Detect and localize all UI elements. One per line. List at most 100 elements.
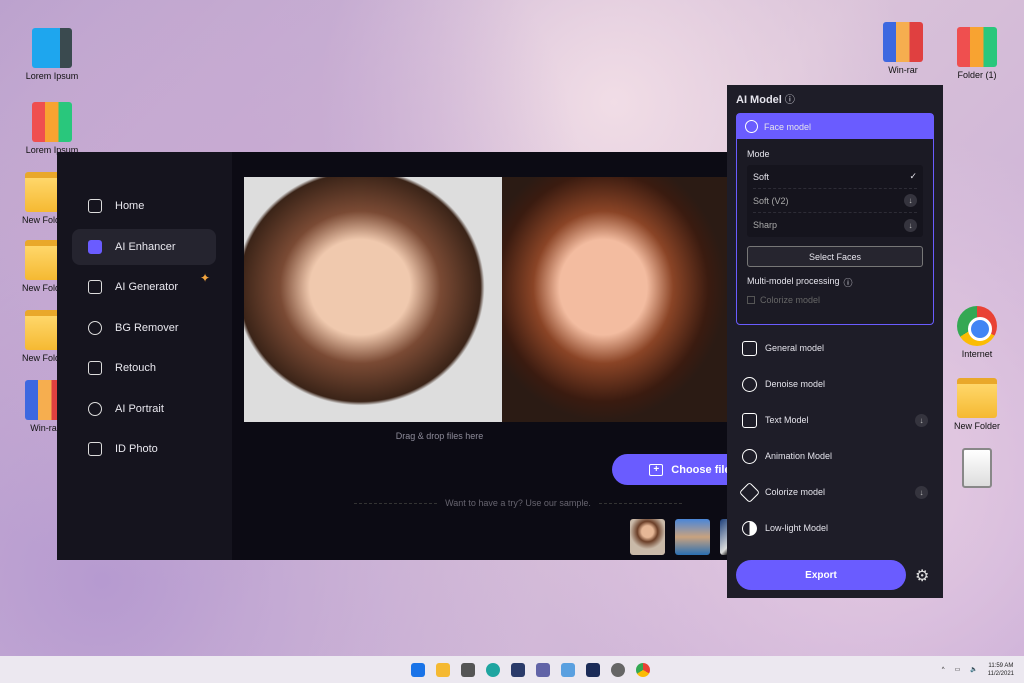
- checkbox[interactable]: [747, 296, 755, 304]
- clock[interactable]: 11:59 AM 11/2/2021: [988, 662, 1014, 678]
- sidebar: Home AI Enhancer AI Generator ✦ BG Remove…: [57, 152, 232, 560]
- download-icon[interactable]: ↓: [915, 485, 928, 499]
- edge-icon[interactable]: [486, 662, 500, 677]
- label: Text Model: [765, 415, 809, 425]
- chevron-up-icon[interactable]: ^: [942, 667, 945, 673]
- label: BG Remover: [115, 321, 179, 334]
- desktop-icon-folder-1[interactable]: Folder (1): [937, 27, 1017, 80]
- mode-option-soft[interactable]: Soft ✓: [753, 165, 917, 189]
- desktop-icon-binders[interactable]: Lorem Ipsum: [12, 102, 92, 155]
- label: Colorize model: [760, 295, 821, 305]
- teams-icon[interactable]: [536, 662, 550, 677]
- label: Soft: [753, 171, 770, 182]
- download-icon[interactable]: ↓: [904, 218, 917, 232]
- start-icon[interactable]: [411, 662, 425, 677]
- sidebar-item-ai-enhancer[interactable]: AI Enhancer: [72, 228, 216, 265]
- label: Soft (V2): [753, 195, 789, 206]
- desktop-icon-winrar[interactable]: Win-rar: [863, 22, 943, 75]
- sample-hint: Want to have a try? Use our sample.: [354, 498, 683, 508]
- label: AI Portrait: [115, 402, 164, 415]
- sidebar-item-bg-remover[interactable]: BG Remover: [72, 310, 216, 346]
- sparkle-icon: ✦: [199, 271, 210, 285]
- download-icon[interactable]: ↓: [904, 194, 917, 207]
- select-faces-button[interactable]: Select Faces: [747, 246, 923, 267]
- model-low-light[interactable]: Low-light Model: [742, 517, 928, 539]
- mode-option-soft-v2[interactable]: Soft (V2) ↓: [753, 189, 917, 213]
- desktop-icon-pc[interactable]: Lorem Ipsum: [12, 28, 92, 81]
- sample-portrait[interactable]: [630, 519, 665, 555]
- label: Colorize model: [765, 487, 826, 497]
- model-general[interactable]: General model: [742, 337, 928, 359]
- settings-icon[interactable]: [611, 662, 625, 677]
- model-denoise[interactable]: Denoise model: [742, 373, 928, 395]
- image-enhance-icon: [88, 239, 102, 254]
- taskbar: ^ ▭ 🔈 11:59 AM 11/2/2021: [0, 656, 1024, 683]
- settings-gear-icon[interactable]: ⚙: [915, 566, 929, 586]
- download-icon[interactable]: ↓: [915, 413, 928, 427]
- chrome-icon[interactable]: [636, 662, 650, 677]
- multi-model-label: Multi-model processing ⓘ: [747, 276, 933, 289]
- bg-remover-icon: [88, 320, 102, 335]
- face-icon: [745, 120, 758, 133]
- label: ID Photo: [115, 443, 158, 455]
- sidebar-item-home[interactable]: Home: [72, 188, 216, 224]
- mode-label: Mode: [747, 149, 770, 159]
- magic-wand-icon: [88, 280, 102, 294]
- home-icon: [88, 199, 102, 213]
- main-area: Drag & drop files here + Choose files Wan…: [232, 152, 774, 560]
- camera-icon[interactable]: [461, 662, 475, 677]
- label: General model: [765, 343, 825, 353]
- before-image: [244, 177, 502, 422]
- mode-options: Soft ✓ Soft (V2) ↓ Sharp ↓: [747, 165, 923, 237]
- info-icon[interactable]: ⓘ: [785, 95, 795, 106]
- desktop-icon-internet[interactable]: Internet: [937, 306, 1017, 359]
- store-icon[interactable]: [511, 662, 525, 677]
- id-photo-icon: [88, 442, 102, 456]
- label: Internet: [961, 349, 993, 359]
- label: Denoise model: [765, 379, 826, 389]
- label: New Folder: [953, 421, 1000, 431]
- face-model-header[interactable]: Face model: [737, 114, 933, 139]
- time: 11:59 AM: [988, 662, 1014, 669]
- mode-option-sharp[interactable]: Sharp ↓: [753, 213, 917, 237]
- drag-drop-hint: Drag & drop files here: [395, 431, 484, 441]
- volume-icon[interactable]: 🔈: [970, 666, 977, 673]
- panel-title: AI Model ⓘ: [736, 91, 795, 106]
- after-image: [502, 177, 727, 422]
- label: Retouch: [115, 362, 156, 374]
- label: AI Generator: [115, 281, 178, 293]
- denoise-icon: [742, 376, 757, 392]
- file-explorer-icon[interactable]: [436, 662, 450, 677]
- label: Face model: [764, 121, 812, 132]
- ai-model-panel: AI Model ⓘ Face model Mode Soft ✓ Soft (V2…: [727, 85, 943, 598]
- info-icon[interactable]: ⓘ: [844, 276, 853, 289]
- model-animation[interactable]: Animation Model: [742, 445, 928, 467]
- sidebar-item-ai-generator[interactable]: AI Generator ✦: [72, 269, 216, 305]
- label: Home: [115, 200, 145, 212]
- sample-landscape[interactable]: [675, 519, 710, 555]
- eraser-icon: [88, 361, 102, 375]
- label: Folder (1): [957, 70, 997, 80]
- recycle-bin-icon[interactable]: [937, 448, 1017, 491]
- app-window: Home AI Enhancer AI Generator ✦ BG Remove…: [57, 152, 774, 560]
- label: Multi-model processing: [747, 276, 840, 286]
- check-icon: ✓: [909, 171, 917, 181]
- app-icon[interactable]: [561, 662, 575, 677]
- sidebar-item-retouch[interactable]: Retouch: [72, 350, 216, 386]
- system-tray: ^ ▭ 🔈 11:59 AM 11/2/2021: [942, 662, 1014, 678]
- desktop-icon-new-folder[interactable]: New Folder: [937, 378, 1017, 431]
- date: 11/2/2021: [987, 670, 1014, 677]
- portrait-icon: [88, 401, 102, 416]
- sidebar-item-ai-portrait[interactable]: AI Portrait: [72, 391, 216, 427]
- enhancer-app-icon[interactable]: [586, 662, 600, 677]
- folder-add-icon: +: [649, 463, 664, 476]
- label: Low-light Model: [765, 523, 829, 533]
- label: Win-rar: [30, 423, 60, 433]
- network-icon[interactable]: ▭: [955, 666, 961, 673]
- export-button[interactable]: Export: [736, 560, 906, 590]
- model-colorize[interactable]: Colorize model ↓: [738, 481, 928, 503]
- face-model-card: Face model Mode Soft ✓ Soft (V2) ↓ Sharp ↓ …: [736, 113, 934, 325]
- colorize-checkbox[interactable]: Colorize model: [747, 295, 933, 305]
- model-text[interactable]: Text Model ↓: [742, 409, 928, 431]
- label: Animation Model: [765, 451, 833, 461]
